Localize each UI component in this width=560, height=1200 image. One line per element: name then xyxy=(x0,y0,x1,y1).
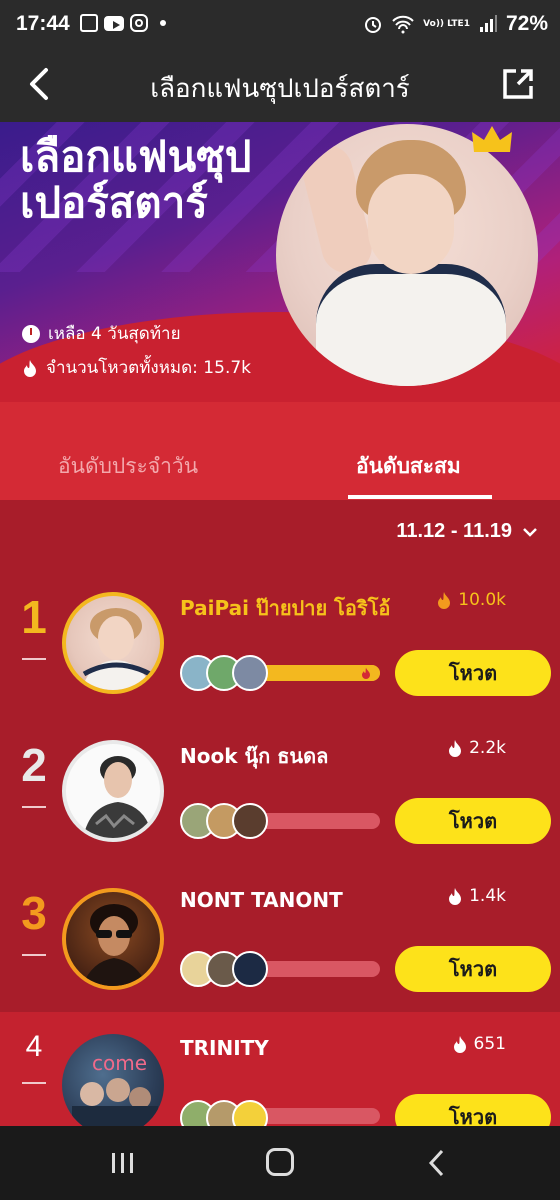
signal-icon xyxy=(479,15,497,32)
fire-icon xyxy=(438,592,451,609)
vote-count: 651 xyxy=(452,1034,506,1054)
star-name: Nook นุ๊ก ธนดล xyxy=(180,744,329,768)
rank-change-indicator xyxy=(22,806,46,808)
fire-icon xyxy=(24,359,36,377)
more-notifications-dot xyxy=(160,20,166,26)
wifi-icon xyxy=(392,15,414,34)
top-supporters[interactable] xyxy=(180,1100,268,1126)
rank-number: 3 xyxy=(21,887,47,939)
active-tab-indicator xyxy=(348,495,492,499)
avatar[interactable]: come xyxy=(62,1034,164,1126)
avatar[interactable] xyxy=(62,740,164,842)
instagram-icon xyxy=(130,14,148,32)
ranking-tabs: อันดับประจำวัน อันดับสะสม xyxy=(0,402,560,500)
vote-button[interactable]: โหวต xyxy=(395,798,551,844)
avatar[interactable] xyxy=(62,592,164,694)
status-time: 17:44 xyxy=(16,12,70,35)
recent-apps-icon[interactable] xyxy=(110,1152,136,1174)
ranking-row[interactable]: 1 PaiPai ป๊ายปาย โอริโอ้ 10.0k โหวต xyxy=(0,580,560,728)
vote-count: 2.2k xyxy=(447,738,506,758)
rank-change-indicator xyxy=(22,954,46,956)
vote-count-text: 10.0k xyxy=(458,590,506,610)
status-right: Vo)) LTE1 72% xyxy=(363,12,548,36)
vote-button[interactable]: โหวต xyxy=(395,650,551,696)
remaining-days-info: เหลือ 4 วันสุดท้าย xyxy=(22,320,181,347)
status-bar: 17:44 Vo)) LTE1 72% xyxy=(0,0,560,50)
avatar[interactable] xyxy=(62,888,164,990)
tab-daily-ranking[interactable]: อันดับประจำวัน xyxy=(58,450,198,483)
chevron-down-icon xyxy=(523,527,537,537)
share-icon[interactable] xyxy=(498,64,538,104)
vote-button[interactable]: โหวต xyxy=(395,1094,551,1126)
rank-change-indicator xyxy=(22,1082,46,1084)
lte-indicator: Vo)) LTE1 xyxy=(423,18,470,29)
gallery-icon xyxy=(80,14,98,32)
ranking-row[interactable]: 3 NONT TANONT 1.4k โหวต xyxy=(0,876,560,1024)
alarm-icon xyxy=(365,17,382,33)
rank-number: 2 xyxy=(21,739,47,791)
youtube-icon xyxy=(104,15,124,31)
ranking-row[interactable]: 4 come TRINITY 651 โหวต xyxy=(0,1012,560,1126)
banner-title: เลือกแฟนซุปเปอร์สตาร์ xyxy=(20,132,252,227)
supporter-avatar xyxy=(232,951,268,987)
system-back-icon[interactable] xyxy=(426,1148,446,1178)
supporter-avatar xyxy=(232,655,268,691)
top-supporters[interactable] xyxy=(180,655,268,691)
event-banner: เลือกแฟนซุปเปอร์สตาร์ เหลือ 4 วันสุดท้าย… xyxy=(0,122,560,402)
fire-icon xyxy=(362,667,370,679)
total-votes-info: จำนวนโหวตทั้งหมด: 15.7k xyxy=(22,354,251,381)
fire-icon xyxy=(449,740,462,757)
tab-cumulative-ranking[interactable]: อันดับสะสม xyxy=(356,450,461,483)
vote-button[interactable]: โหวต xyxy=(395,946,551,992)
supporter-avatar xyxy=(232,1100,268,1126)
svg-text:come: come xyxy=(92,1051,147,1075)
app-header: เลือกแฟนซุปเปอร์สตาร์ xyxy=(0,50,560,122)
page-title: เลือกแฟนซุปเปอร์สตาร์ xyxy=(150,74,410,104)
clock-icon xyxy=(22,324,40,343)
supporter-avatar xyxy=(232,803,268,839)
total-votes-text: จำนวนโหวตทั้งหมด: 15.7k xyxy=(46,358,252,378)
rank-number: 4 xyxy=(25,1030,43,1063)
star-name: PaiPai ป๊ายปาย โอริโอ้ xyxy=(180,596,391,620)
featured-star-photo xyxy=(276,124,538,386)
home-icon[interactable] xyxy=(266,1148,294,1176)
crown-icon xyxy=(472,126,512,152)
remaining-days-text: เหลือ 4 วันสุดท้าย xyxy=(48,324,181,344)
star-name: TRINITY xyxy=(180,1036,269,1060)
fire-icon xyxy=(453,1036,466,1053)
top-supporters[interactable] xyxy=(180,803,268,839)
rank-number: 1 xyxy=(21,591,47,643)
system-navigation-bar xyxy=(0,1126,560,1200)
vote-count-text: 2.2k xyxy=(469,738,506,758)
battery-level: 72% xyxy=(505,12,548,35)
vote-count: 10.0k xyxy=(436,590,506,610)
date-range-text: 11.12 - 11.19 xyxy=(396,520,512,542)
vote-count-text: 1.4k xyxy=(469,886,506,906)
vote-count: 1.4k xyxy=(447,886,506,906)
vote-count-text: 651 xyxy=(473,1034,506,1054)
star-name: NONT TANONT xyxy=(180,888,343,912)
date-range-selector[interactable]: 11.12 - 11.19 xyxy=(396,520,538,543)
top-supporters[interactable] xyxy=(180,951,268,987)
fire-icon xyxy=(449,888,462,905)
notification-icons xyxy=(80,14,166,32)
ranking-row[interactable]: 2 Nook นุ๊ก ธนดล 2.2k โหวต xyxy=(0,728,560,876)
rank-change-indicator xyxy=(22,658,46,660)
